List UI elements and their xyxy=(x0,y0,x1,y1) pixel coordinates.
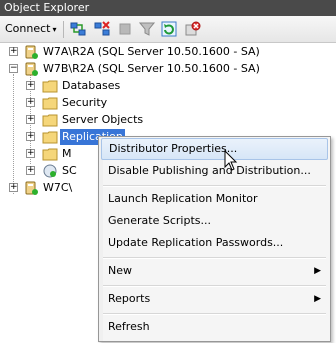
collapse-icon[interactable]: − xyxy=(9,64,18,73)
tree-node-databases[interactable]: + Databases xyxy=(0,78,336,94)
menu-item-update-replication-passwords[interactable]: Update Replication Passwords... xyxy=(101,232,328,254)
expand-icon[interactable]: + xyxy=(26,132,35,141)
mouse-cursor-icon xyxy=(224,150,238,171)
menu-item-label: Disable Publishing and Distribution... xyxy=(108,164,311,177)
expand-icon[interactable]: + xyxy=(26,81,35,90)
server-icon xyxy=(25,181,38,195)
submenu-arrow-icon: ▶ xyxy=(314,294,321,304)
menu-separator xyxy=(103,313,326,315)
folder-icon xyxy=(42,131,58,144)
server-icon xyxy=(25,62,38,76)
toolbar-separator xyxy=(63,21,64,38)
tree-node-label: SC xyxy=(62,164,77,177)
tree-node-label: W7C\ xyxy=(43,181,73,194)
menu-item-distributor-properties[interactable]: Distributor Properties... xyxy=(101,138,328,160)
menu-item-label: New xyxy=(108,264,132,277)
menu-item-label: Refresh xyxy=(108,320,150,333)
expand-icon[interactable]: + xyxy=(9,183,18,192)
folder-icon xyxy=(42,114,58,127)
tree-node-server-w7a[interactable]: + W7A\R2A (SQL Server 10.50.1600 - SA) xyxy=(0,44,336,60)
submenu-arrow-icon: ▶ xyxy=(314,266,321,276)
toolbar: Connect ▾ xyxy=(0,16,336,43)
tree-node-label: M xyxy=(62,147,72,160)
connect-label: Connect xyxy=(5,22,51,35)
panel-title: Object Explorer xyxy=(0,0,336,16)
folder-icon xyxy=(42,80,58,93)
menu-item-label: Launch Replication Monitor xyxy=(108,192,258,205)
menu-item-new[interactable]: New ▶ xyxy=(101,260,328,282)
menu-separator xyxy=(103,185,326,187)
expand-icon[interactable]: + xyxy=(26,149,35,158)
tree-node-security[interactable]: + Security xyxy=(0,95,336,111)
server-icon xyxy=(25,45,38,59)
expand-icon[interactable]: + xyxy=(26,166,35,175)
menu-item-label: Update Replication Passwords... xyxy=(108,236,284,249)
expand-icon[interactable]: + xyxy=(26,115,35,124)
disconnect-icon[interactable] xyxy=(94,21,110,37)
filter-icon[interactable] xyxy=(139,21,155,37)
menu-item-reports[interactable]: Reports ▶ xyxy=(101,288,328,310)
menu-item-label: Reports xyxy=(108,292,151,305)
folder-icon xyxy=(42,148,58,161)
connect-button[interactable]: Connect ▾ xyxy=(5,21,57,37)
context-menu: Distributor Properties... Disable Publis… xyxy=(98,136,331,342)
agent-icon xyxy=(43,164,57,178)
menu-separator xyxy=(103,285,326,287)
chevron-down-icon: ▾ xyxy=(52,25,57,34)
tree-node-label: W7A\R2A (SQL Server 10.50.1600 - SA) xyxy=(43,45,260,58)
folder-icon xyxy=(42,97,58,110)
connect-object-explorer-icon[interactable] xyxy=(70,21,86,37)
tree-node-server-w7b[interactable]: − W7B\R2A (SQL Server 10.50.1600 - SA) xyxy=(0,61,336,77)
tree-node-label: W7B\R2A (SQL Server 10.50.1600 - SA) xyxy=(43,62,260,75)
tree-node-label: Server Objects xyxy=(62,113,144,126)
stop-icon[interactable] xyxy=(117,21,133,37)
expand-icon[interactable]: + xyxy=(26,98,35,107)
tree-node-label: Security xyxy=(62,96,108,109)
cancel-connection-icon[interactable] xyxy=(185,21,201,37)
menu-separator xyxy=(103,257,326,259)
menu-item-label: Distributor Properties... xyxy=(109,142,238,155)
menu-item-label: Generate Scripts... xyxy=(108,214,211,227)
expand-icon[interactable]: + xyxy=(9,47,18,56)
tree-node-label: Databases xyxy=(62,79,121,92)
menu-item-refresh[interactable]: Refresh xyxy=(101,316,328,338)
menu-item-generate-scripts[interactable]: Generate Scripts... xyxy=(101,210,328,232)
menu-item-disable-publishing[interactable]: Disable Publishing and Distribution... xyxy=(101,160,328,182)
refresh-icon[interactable] xyxy=(161,21,177,37)
menu-item-launch-replication-monitor[interactable]: Launch Replication Monitor xyxy=(101,188,328,210)
tree-node-server-objects[interactable]: + Server Objects xyxy=(0,112,336,128)
